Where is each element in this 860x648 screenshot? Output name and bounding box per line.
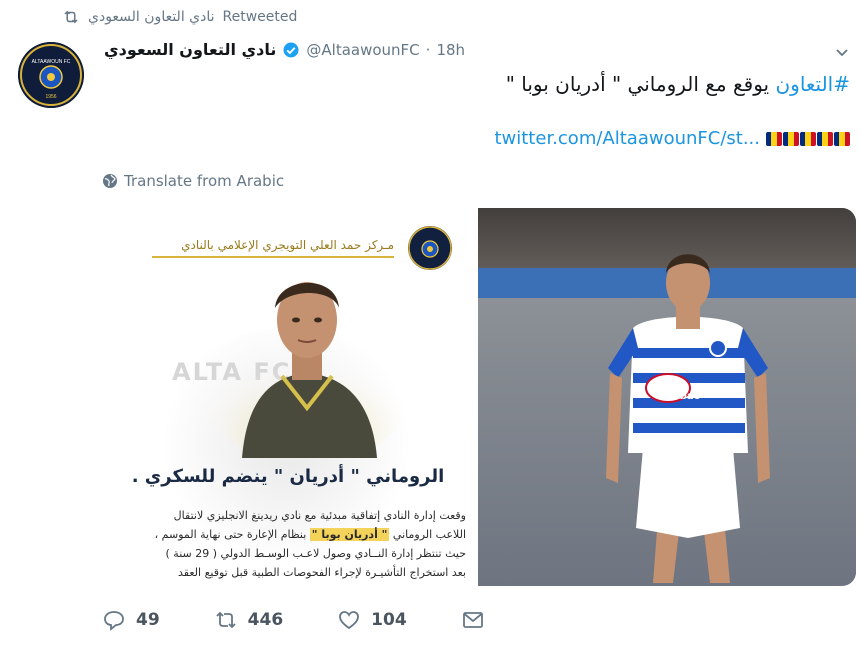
romania-flag-icon: [817, 131, 833, 146]
player-photo[interactable]: Carabao: [478, 208, 856, 586]
poster-title: الروماني " أدريان " ينضم للسكري .: [131, 466, 445, 487]
translate-link[interactable]: Translate from Arabic: [102, 172, 284, 190]
poster-credit: مـركز حمد العلي التويجري الإعلامي بالناد…: [181, 238, 394, 252]
retweet-icon: [64, 10, 78, 24]
club-logo-icon: [408, 226, 452, 270]
display-name[interactable]: نادي التعاون السعودي: [104, 40, 276, 59]
poster-body-line-3: حيث تنتظر إدارة النــادي وصول لاعـب الوس…: [165, 547, 466, 560]
envelope-icon: [462, 612, 483, 628]
timestamp[interactable]: 18h: [436, 41, 465, 59]
heart-icon: [339, 611, 360, 630]
avatar-badge-text: ALTAAWOUN FC: [32, 59, 71, 65]
like-count: 104: [371, 610, 407, 630]
shirt-sponsor: Carabao: [654, 391, 701, 402]
tweet-actions: 49 446 104: [102, 608, 539, 632]
poster-body-line-1: وقعت إدارة النادي إتفاقية مبدئية مع نادي…: [173, 509, 466, 522]
reply-icon: [104, 611, 124, 631]
player-portrait: [212, 282, 402, 458]
announcement-poster[interactable]: ALTA FC مـركز حمد العلي التويجري الإعلام…: [102, 208, 474, 586]
avatar[interactable]: ALTAAWOUN FC 1956: [18, 42, 84, 108]
romania-flag-icon: [834, 131, 850, 146]
poster-body-line-4: بعد استخراج التأشيـرة لإجراء الفحوصات ال…: [178, 566, 466, 579]
romania-flag-icon: [783, 131, 799, 146]
flag-emojis: [766, 131, 850, 146]
verified-badge-icon: [283, 42, 299, 57]
direct-message-button[interactable]: [461, 608, 485, 632]
link-line: twitter.com/AltaawounFC/st...: [494, 128, 850, 149]
tweet-link[interactable]: twitter.com/AltaawounFC/st...: [494, 128, 760, 149]
chevron-down-icon[interactable]: [834, 44, 850, 60]
retweeted-by-user[interactable]: نادي التعاون السعودي: [88, 9, 215, 25]
tweet-header: نادي التعاون السعودي @AltaawounFC · 18h: [104, 40, 465, 59]
tweet-body: يوقع مع الروماني " أدريان بوبا ": [505, 72, 770, 96]
retweet-context: نادي التعاون السعودي Retweeted: [62, 8, 297, 26]
globe-icon: [103, 174, 117, 188]
hashtag-link[interactable]: #التعاون: [775, 72, 850, 96]
media-gallery: ALTA FC مـركز حمد العلي التويجري الإعلام…: [102, 208, 856, 586]
retweet-count: 446: [247, 610, 284, 630]
avatar-year: 1956: [45, 94, 56, 100]
handle[interactable]: @AltaawounFC: [306, 41, 419, 59]
retweet-button[interactable]: 446: [214, 608, 284, 632]
reply-count: 49: [136, 610, 160, 630]
separator-dot: ·: [425, 40, 431, 59]
retweeted-label: Retweeted: [222, 9, 298, 25]
romania-flag-icon: [800, 131, 816, 146]
poster-body: وقعت إدارة النادي إتفاقية مبدئية مع نادي…: [114, 506, 466, 582]
tweet-text: #التعاون يوقع مع الروماني " أدريان بوبا …: [110, 70, 850, 98]
retweet-icon: [216, 611, 236, 629]
romania-flag-icon: [766, 131, 782, 146]
like-button[interactable]: 104: [337, 608, 407, 632]
translate-label: Translate from Arabic: [124, 172, 285, 190]
player-name-highlight: " أدريان بوبا ": [309, 528, 390, 541]
poster-body-line-2: اللاعب الروماني " أدريان بوبا " بنظام ال…: [154, 528, 466, 541]
player-figure: [606, 254, 770, 583]
reply-button[interactable]: 49: [102, 608, 160, 632]
